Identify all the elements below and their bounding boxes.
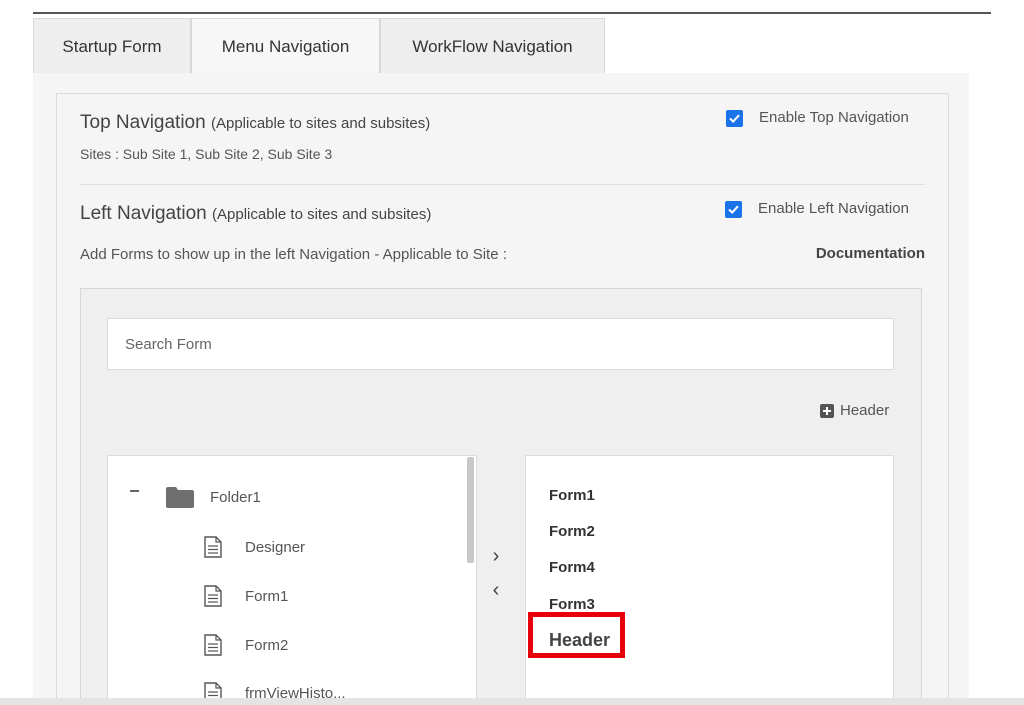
add-header-label: Header xyxy=(840,402,890,419)
tab-workflow-navigation[interactable]: WorkFlow Navigation xyxy=(380,18,605,74)
tree-item[interactable]: Form2 xyxy=(204,634,288,656)
tree-folder[interactable]: Folder1 xyxy=(166,486,261,508)
tree-item[interactable]: Form1 xyxy=(204,585,288,607)
bottom-border xyxy=(0,698,1024,705)
top-navigation-heading: Top Navigation xyxy=(80,112,206,133)
document-icon xyxy=(204,634,222,656)
section-divider xyxy=(80,184,925,185)
top-navigation-sites: Sites : Sub Site 1, Sub Site 2, Sub Site… xyxy=(80,146,333,162)
left-navigation-heading: Left Navigation xyxy=(80,203,207,224)
top-border xyxy=(33,12,991,14)
enable-top-navigation-checkbox[interactable] xyxy=(726,110,743,127)
collapse-folder-toggle[interactable] xyxy=(130,490,139,492)
checkmark-icon xyxy=(729,114,740,124)
list-item[interactable]: Form2 xyxy=(549,523,595,540)
left-navigation-qualifier: (Applicable to sites and subsites) xyxy=(212,206,432,223)
tree-item-label: Form1 xyxy=(245,587,289,605)
enable-top-navigation-label[interactable]: Enable Top Navigation xyxy=(759,109,909,126)
top-navigation-title: Top Navigation (Applicable to sites and … xyxy=(80,112,430,134)
tab-startup-form[interactable]: Startup Form xyxy=(33,18,191,74)
search-form-input[interactable] xyxy=(107,318,894,370)
document-icon xyxy=(204,536,222,558)
checkmark-icon xyxy=(728,205,739,215)
tree-scrollbar[interactable] xyxy=(467,457,474,563)
site-name: Documentation xyxy=(815,245,925,262)
plus-square-icon xyxy=(820,403,834,418)
list-item[interactable]: Form1 xyxy=(549,487,595,504)
tree-item-label: Form2 xyxy=(245,636,289,654)
enable-left-navigation-checkbox[interactable] xyxy=(725,201,742,218)
list-item[interactable]: Form4 xyxy=(549,559,595,576)
tab-bar: Startup Form Menu Navigation WorkFlow Na… xyxy=(33,16,973,74)
move-right-button[interactable]: › xyxy=(488,545,504,568)
folder-label: Folder1 xyxy=(210,488,261,506)
tree-item[interactable]: Designer xyxy=(204,536,305,558)
list-item[interactable]: Form3 xyxy=(549,596,595,613)
left-navigation-description: Add Forms to show up in the left Navigat… xyxy=(80,246,507,263)
enable-left-navigation-label[interactable]: Enable Left Navigation xyxy=(758,200,909,217)
tab-menu-navigation[interactable]: Menu Navigation xyxy=(191,18,380,74)
available-forms-tree xyxy=(107,455,477,705)
move-left-button[interactable]: ‹ xyxy=(488,579,504,602)
add-header-button[interactable]: Header xyxy=(820,402,889,419)
tree-item-label: Designer xyxy=(245,538,306,556)
top-navigation-qualifier: (Applicable to sites and subsites) xyxy=(210,115,431,132)
left-navigation-title: Left Navigation (Applicable to sites and… xyxy=(80,203,431,225)
document-icon xyxy=(204,585,222,607)
highlight-box xyxy=(528,612,625,658)
folder-icon xyxy=(166,487,194,508)
